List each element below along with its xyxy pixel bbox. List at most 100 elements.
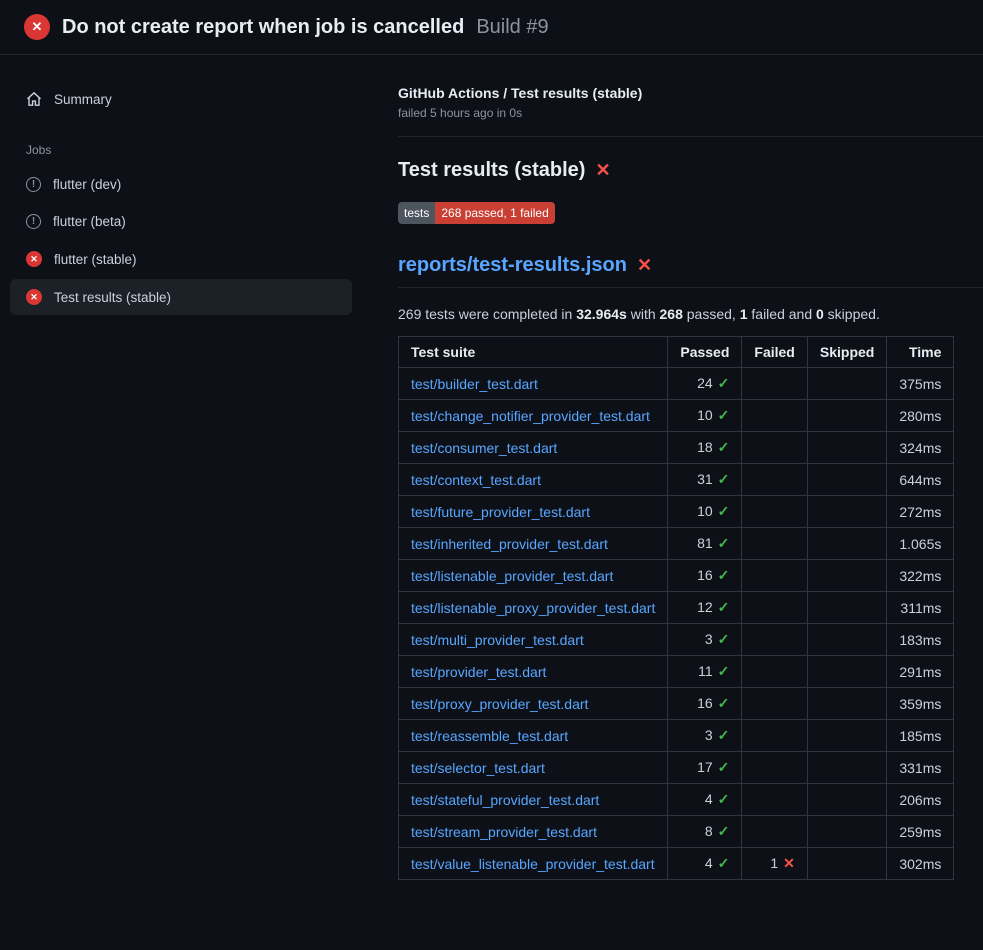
suite-link[interactable]: test/proxy_provider_test.dart	[411, 696, 588, 712]
failed-cell	[742, 528, 807, 560]
run-status-line: failed 5 hours ago in 0s	[398, 106, 983, 120]
failed-cell	[742, 400, 807, 432]
report-file-link[interactable]: reports/test-results.json	[398, 254, 627, 277]
check-run-header: Do not create report when job is cancell…	[0, 0, 983, 55]
sidebar-item-flutter-stable[interactable]: flutter (stable)	[10, 241, 352, 277]
suite-link[interactable]: test/value_listenable_provider_test.dart	[411, 856, 655, 872]
time-cell: 302ms	[887, 848, 954, 880]
build-number: Build #9	[476, 16, 548, 39]
section-title: Test results (stable)	[398, 159, 585, 182]
suite-link[interactable]: test/stream_provider_test.dart	[411, 824, 597, 840]
sidebar-item-label: flutter (dev)	[53, 177, 121, 192]
sidebar: Summary Jobs flutter (dev) flutter (beta…	[0, 55, 362, 317]
table-row: test/listenable_provider_test.dart 16✓ 3…	[399, 560, 954, 592]
failed-cell	[742, 464, 807, 496]
sidebar-item-flutter-dev[interactable]: flutter (dev)	[10, 167, 352, 202]
check-icon: ✓	[718, 535, 730, 551]
table-row: test/change_notifier_provider_test.dart …	[399, 400, 954, 432]
check-icon: ✓	[718, 759, 730, 775]
passed-cell: 16✓	[668, 560, 742, 592]
suite-link[interactable]: test/builder_test.dart	[411, 376, 538, 392]
passed-cell: 3✓	[668, 624, 742, 656]
tests-badge: tests 268 passed, 1 failed	[398, 202, 555, 224]
suite-link[interactable]: test/selector_test.dart	[411, 760, 545, 776]
summary-text: passed,	[683, 306, 740, 322]
failed-cell	[742, 656, 807, 688]
suite-link[interactable]: test/change_notifier_provider_test.dart	[411, 408, 650, 424]
col-header-time: Time	[887, 337, 954, 368]
time-cell: 644ms	[887, 464, 954, 496]
passed-cell: 18✓	[668, 432, 742, 464]
table-row: test/provider_test.dart 11✓ 291ms	[399, 656, 954, 688]
suite-link[interactable]: test/stateful_provider_test.dart	[411, 792, 599, 808]
table-header-row: Test suite Passed Failed Skipped Time	[399, 337, 954, 368]
time-cell: 311ms	[887, 592, 954, 624]
summary-skipped-count: 0	[816, 306, 824, 322]
table-row: test/builder_test.dart 24✓ 375ms	[399, 368, 954, 400]
col-header-skipped: Skipped	[807, 337, 886, 368]
suite-link[interactable]: test/listenable_provider_test.dart	[411, 568, 613, 584]
failed-cell	[742, 752, 807, 784]
skipped-cell	[807, 432, 886, 464]
failed-cell	[742, 592, 807, 624]
passed-cell: 17✓	[668, 752, 742, 784]
sidebar-item-test-results-stable[interactable]: Test results (stable)	[10, 279, 352, 315]
failed-x-icon: ✕	[637, 255, 652, 276]
suite-link[interactable]: test/consumer_test.dart	[411, 440, 557, 456]
check-icon: ✓	[718, 663, 730, 679]
passed-cell: 8✓	[668, 816, 742, 848]
summary-duration: 32.964s	[576, 306, 627, 322]
check-icon: ✓	[718, 407, 730, 423]
summary-text: skipped.	[824, 306, 880, 322]
sidebar-item-summary[interactable]: Summary	[10, 81, 352, 117]
neutral-status-icon	[26, 214, 41, 229]
skipped-cell	[807, 496, 886, 528]
suite-link[interactable]: test/provider_test.dart	[411, 664, 546, 680]
main-content: GitHub Actions / Test results (stable) f…	[362, 55, 983, 880]
summary-text: 269 tests were completed in	[398, 306, 576, 322]
time-cell: 280ms	[887, 400, 954, 432]
suite-link[interactable]: test/future_provider_test.dart	[411, 504, 590, 520]
skipped-cell	[807, 720, 886, 752]
skipped-cell	[807, 368, 886, 400]
skipped-cell	[807, 528, 886, 560]
check-icon: ✓	[718, 439, 730, 455]
failed-cell	[742, 560, 807, 592]
failed-x-icon: ✕	[595, 160, 610, 181]
table-row: test/proxy_provider_test.dart 16✓ 359ms	[399, 688, 954, 720]
suite-link[interactable]: test/inherited_provider_test.dart	[411, 536, 608, 552]
check-icon: ✓	[718, 599, 730, 615]
check-icon: ✓	[718, 823, 730, 839]
suite-link[interactable]: test/context_test.dart	[411, 472, 541, 488]
failed-cell	[742, 784, 807, 816]
suite-link[interactable]: test/listenable_proxy_provider_test.dart	[411, 600, 655, 616]
table-row: test/stream_provider_test.dart 8✓ 259ms	[399, 816, 954, 848]
results-summary: 269 tests were completed in 32.964s with…	[398, 306, 983, 322]
divider	[398, 136, 983, 137]
suite-link[interactable]: test/multi_provider_test.dart	[411, 632, 584, 648]
skipped-cell	[807, 400, 886, 432]
time-cell: 324ms	[887, 432, 954, 464]
passed-cell: 12✓	[668, 592, 742, 624]
passed-cell: 11✓	[668, 656, 742, 688]
table-row: test/future_provider_test.dart 10✓ 272ms	[399, 496, 954, 528]
table-row: test/stateful_provider_test.dart 4✓ 206m…	[399, 784, 954, 816]
sidebar-item-flutter-beta[interactable]: flutter (beta)	[10, 204, 352, 239]
table-row: test/reassemble_test.dart 3✓ 185ms	[399, 720, 954, 752]
check-icon: ✓	[718, 791, 730, 807]
summary-text: failed and	[748, 306, 817, 322]
failed-cell	[742, 720, 807, 752]
sidebar-item-label: Summary	[54, 92, 112, 107]
skipped-cell	[807, 752, 886, 784]
suite-link[interactable]: test/reassemble_test.dart	[411, 728, 568, 744]
failed-cell	[742, 816, 807, 848]
failed-status-icon	[24, 14, 50, 40]
badge-value: 268 passed, 1 failed	[435, 202, 554, 224]
check-icon: ✓	[718, 727, 730, 743]
failed-cell	[742, 368, 807, 400]
passed-cell: 81✓	[668, 528, 742, 560]
failed-cell	[742, 432, 807, 464]
table-row: test/selector_test.dart 17✓ 331ms	[399, 752, 954, 784]
table-row: test/consumer_test.dart 18✓ 324ms	[399, 432, 954, 464]
time-cell: 331ms	[887, 752, 954, 784]
